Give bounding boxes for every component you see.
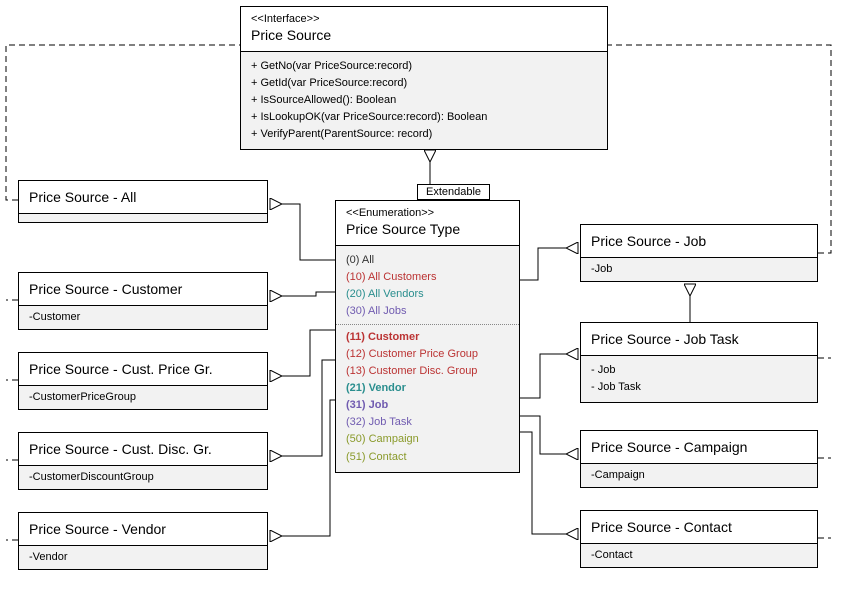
interface-method: + GetId(var PriceSource:record)	[251, 75, 597, 92]
class-price-source-all: Price Source - All	[18, 180, 268, 223]
class-title: Price Source - Vendor	[29, 521, 257, 537]
class-title: Price Source - Job Task	[591, 331, 807, 347]
enum-value: (20) All Vendors	[346, 286, 509, 303]
enum-value: (11) Customer	[346, 329, 509, 346]
class-price-source-contact: Price Source - Contact -Contact	[580, 510, 818, 568]
interface-method: + VerifyParent(ParentSource: record)	[251, 126, 597, 143]
class-price-source-job: Price Source - Job -Job	[580, 224, 818, 282]
enum-value: (12) Customer Price Group	[346, 346, 509, 363]
interface-stereotype: <<Interface>>	[251, 13, 597, 25]
class-body: - Job- Job Task	[581, 356, 817, 402]
extendable-tag: Extendable	[417, 184, 490, 200]
class-body: -Customer	[19, 306, 267, 329]
enum-value: (51) Contact	[346, 449, 509, 466]
class-body: -Vendor	[19, 546, 267, 569]
class-title: Price Source - Cust. Disc. Gr.	[29, 441, 257, 457]
enum-price-source-type: <<Enumeration>> Price Source Type (0) Al…	[335, 200, 520, 473]
class-body-line: - Job	[591, 362, 807, 379]
enum-values: (0) All(10) All Customers(20) All Vendor…	[336, 246, 519, 472]
class-price-source-vendor: Price Source - Vendor -Vendor	[18, 512, 268, 570]
enum-title: Price Source Type	[346, 221, 509, 237]
enum-value: (0) All	[346, 252, 509, 269]
enum-stereotype: <<Enumeration>>	[346, 207, 509, 219]
interface-method: + IsLookupOK(var PriceSource:record): Bo…	[251, 109, 597, 126]
enum-value: (31) Job	[346, 397, 509, 414]
class-price-source-customer: Price Source - Customer -Customer	[18, 272, 268, 330]
class-price-source-job-task: Price Source - Job Task - Job- Job Task	[580, 322, 818, 403]
class-title: Price Source - Customer	[29, 281, 257, 297]
class-price-source-cust-price-gr: Price Source - Cust. Price Gr. -Customer…	[18, 352, 268, 410]
enum-value: (10) All Customers	[346, 269, 509, 286]
interface-methods: + GetNo(var PriceSource:record)+ GetId(v…	[241, 52, 607, 149]
class-body: -CustomerDiscountGroup	[19, 466, 267, 489]
interface-title: Price Source	[251, 27, 597, 43]
class-title: Price Source - All	[29, 189, 257, 205]
class-body: -Contact	[581, 544, 817, 567]
interface-method: + IsSourceAllowed(): Boolean	[251, 92, 597, 109]
class-title: Price Source - Job	[591, 233, 807, 249]
enum-value: (13) Customer Disc. Group	[346, 363, 509, 380]
class-body	[19, 214, 267, 222]
class-body: -Job	[581, 258, 817, 281]
class-title: Price Source - Contact	[591, 519, 807, 535]
class-title: Price Source - Campaign	[591, 439, 807, 455]
enum-value: (21) Vendor	[346, 380, 509, 397]
interface-method: + GetNo(var PriceSource:record)	[251, 58, 597, 75]
enum-value: (50) Campaign	[346, 431, 509, 448]
enum-value: (32) Job Task	[346, 414, 509, 431]
class-body-line: - Job Task	[591, 379, 807, 396]
class-body: -CustomerPriceGroup	[19, 386, 267, 409]
enum-value: (30) All Jobs	[346, 303, 509, 320]
interface-price-source: <<Interface>> Price Source + GetNo(var P…	[240, 6, 608, 150]
class-price-source-cust-disc-gr: Price Source - Cust. Disc. Gr. -Customer…	[18, 432, 268, 490]
class-price-source-campaign: Price Source - Campaign -Campaign	[580, 430, 818, 488]
class-title: Price Source - Cust. Price Gr.	[29, 361, 257, 377]
class-body: -Campaign	[581, 464, 817, 487]
